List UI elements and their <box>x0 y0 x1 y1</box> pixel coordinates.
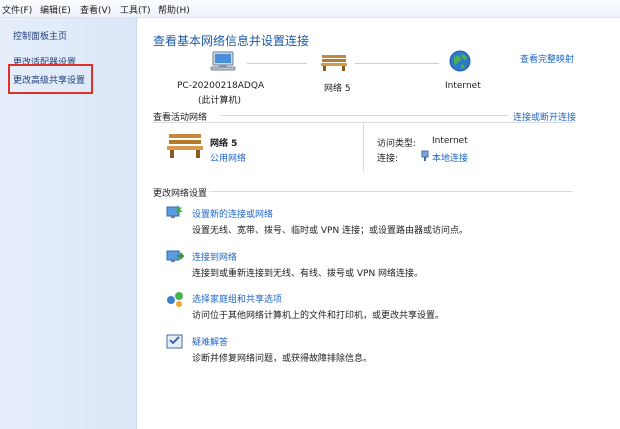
map-network-name: 网络 5 <box>324 84 351 94</box>
page-title: 查看基本网络信息并设置连接 <box>153 34 310 48</box>
map-internet: Internet <box>445 81 481 91</box>
globe-icon <box>449 50 471 72</box>
map-link-line-1 <box>247 63 307 64</box>
task-connect-network-desc: 连接到或重新连接到无线、有线、拨号或 VPN 网络连接。 <box>192 269 424 279</box>
ethernet-icon <box>421 150 429 161</box>
menu-help[interactable]: 帮助(H) <box>158 3 190 16</box>
view-full-map-link[interactable]: 查看完整映射 <box>520 52 574 65</box>
network-type-link[interactable]: 公用网络 <box>210 151 246 164</box>
highlight-annotation-box <box>8 64 93 94</box>
settings-section-divider <box>209 191 573 192</box>
bench-icon <box>321 55 347 71</box>
main-panel: 查看基本网络信息并设置连接 查看完整映射 PC-20200218ADQA (此计… <box>137 18 620 429</box>
task-troubleshoot-link[interactable]: 疑难解答 <box>192 335 228 348</box>
map-link-line-2 <box>355 63 439 64</box>
change-settings-label: 更改网络设置 <box>153 189 208 199</box>
local-connection-link[interactable]: 本地连接 <box>432 151 468 164</box>
task-homegroup-link[interactable]: 选择家庭组和共享选项 <box>192 292 282 305</box>
sidebar-item-control-panel-home[interactable]: 控制面板主页 <box>13 29 67 42</box>
network-bench-icon <box>167 134 203 158</box>
menu-bar: 文件(F) 编辑(E) 查看(V) 工具(T) 帮助(H) <box>0 0 620 18</box>
task-new-connection-link[interactable]: 设置新的连接或网络 <box>192 207 273 220</box>
task-new-connection-desc: 设置无线、宽带、拨号、临时或 VPN 连接；或设置路由器或访问点。 <box>192 226 469 236</box>
computer-name: PC-20200218ADQA <box>177 81 265 91</box>
new-connection-icon <box>166 205 183 218</box>
active-section-divider <box>221 115 509 116</box>
connection-label: 连接: <box>377 154 399 164</box>
troubleshoot-icon <box>166 334 183 349</box>
computer-icon <box>210 51 236 71</box>
homegroup-icon <box>167 292 183 307</box>
task-homegroup-desc: 访问位于其他网络计算机上的文件和打印机，或更改共享设置。 <box>192 311 445 321</box>
connect-network-icon <box>166 250 185 262</box>
active-network-name: 网络 5 <box>210 139 238 149</box>
task-troubleshoot-desc: 诊断并修复网络问题，或获得故障排除信息。 <box>192 354 373 364</box>
task-connect-network-link[interactable]: 连接到网络 <box>192 250 237 263</box>
menu-file[interactable]: 文件(F) <box>2 3 32 16</box>
menu-view[interactable]: 查看(V) <box>80 3 111 16</box>
access-type-label: 访问类型: <box>377 139 417 149</box>
computer-sub: (此计算机) <box>198 96 242 106</box>
menu-tools[interactable]: 工具(T) <box>120 3 151 16</box>
menu-edit[interactable]: 编辑(E) <box>40 3 71 16</box>
access-type-value: Internet <box>432 136 468 146</box>
active-box-divider <box>363 122 364 172</box>
